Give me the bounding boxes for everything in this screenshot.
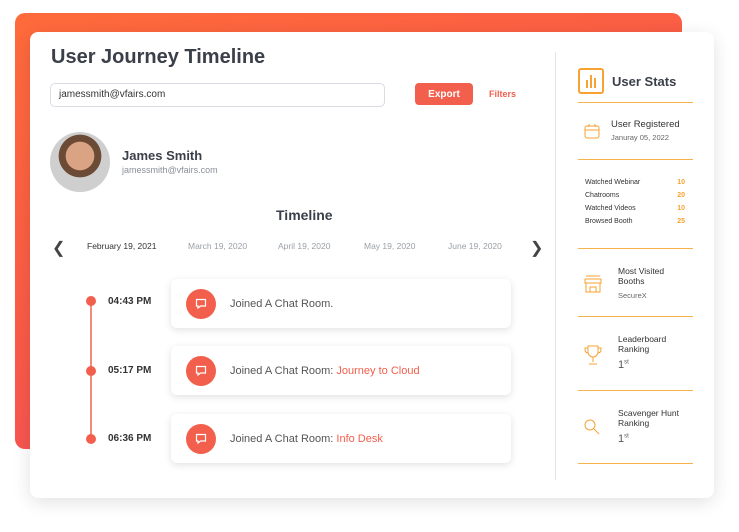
date-tab[interactable]: May 19, 2020 (364, 241, 416, 251)
event-text: Joined A Chat Room. (230, 297, 334, 310)
page-title: User Journey Timeline (51, 46, 266, 68)
stats-counts: Watched Webinar 10 Chatrooms 20 Watched Vi… (578, 159, 693, 248)
date-tab[interactable]: June 19, 2020 (448, 241, 502, 251)
chatroom-link[interactable]: Info Desk (336, 433, 382, 445)
date-tab[interactable]: February 19, 2021 (87, 241, 156, 251)
chart-icon (578, 68, 604, 94)
filters-link[interactable]: Filters (489, 89, 516, 99)
stat-row: Watched Webinar 10 (585, 179, 685, 186)
timeline-dot (86, 366, 96, 376)
event-time: 06:36 PM (108, 433, 152, 444)
trophy-icon (584, 345, 602, 365)
stat-row: Browsed Booth 25 (585, 218, 685, 225)
timeline-title: Timeline (276, 207, 333, 223)
avatar (50, 132, 110, 192)
date-tab[interactable]: April 19, 2020 (278, 241, 330, 251)
store-icon (584, 275, 602, 293)
calendar-icon (584, 124, 600, 139)
leaderboard-label: Leaderboard Ranking (618, 334, 667, 354)
search-icon (584, 419, 600, 435)
event-card: Joined A Chat Room: Info Desk (171, 414, 511, 463)
timeline-dot (86, 434, 96, 444)
booth-value: SecureX (618, 291, 647, 300)
booth-label: Most Visited Booths (618, 266, 665, 286)
stat-row: Chatrooms 20 (585, 192, 685, 199)
leaderboard-value: 1st (618, 359, 629, 371)
timeline-dot (86, 296, 96, 306)
event-time: 04:43 PM (108, 296, 152, 307)
chevron-right-icon[interactable]: ❯ (530, 238, 543, 258)
hunt-value: 1st (618, 433, 629, 445)
divider (555, 52, 556, 480)
event-card: Joined A Chat Room: Journey to Cloud (171, 346, 511, 395)
main-card: User Journey Timeline jamessmith@vfairs.… (30, 32, 714, 498)
stats-title: User Stats (612, 73, 677, 89)
registered-date: Januray 05, 2022 (611, 133, 669, 142)
user-name: James Smith (122, 148, 203, 163)
stat-row: Watched Videos 10 (585, 205, 685, 212)
search-input[interactable]: jamessmith@vfairs.com (50, 83, 385, 107)
event-card: Joined A Chat Room. (171, 279, 511, 328)
chat-icon (186, 423, 216, 454)
hunt-label: Scavenger Hunt Ranking (618, 408, 679, 428)
chatroom-link[interactable]: Journey to Cloud (336, 365, 419, 377)
chat-icon (186, 355, 216, 386)
export-button[interactable]: Export (415, 83, 473, 105)
user-stats-panel: User Stats User Registered Januray 05, 2… (578, 66, 693, 464)
user-email: jamessmith@vfairs.com (122, 165, 218, 175)
event-text: Joined A Chat Room: Journey to Cloud (230, 364, 420, 377)
chat-icon (186, 288, 216, 319)
event-time: 05:17 PM (108, 365, 152, 376)
date-tab[interactable]: March 19, 2020 (188, 241, 247, 251)
registered-label: User Registered (611, 119, 680, 130)
event-text: Joined A Chat Room: Info Desk (230, 432, 383, 445)
chevron-left-icon[interactable]: ❮ (52, 238, 65, 258)
